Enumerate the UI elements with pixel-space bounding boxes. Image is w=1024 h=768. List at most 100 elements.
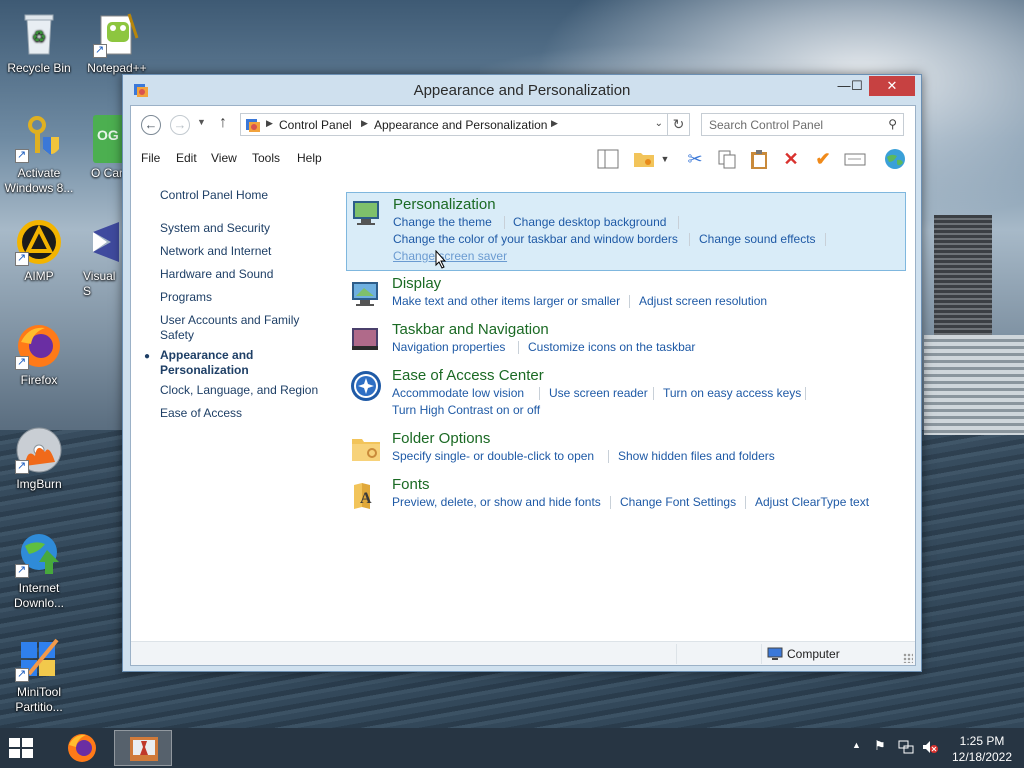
globe-icon[interactable] bbox=[884, 148, 906, 170]
menu-view[interactable]: View bbox=[211, 151, 237, 165]
desktop-icon-firefox[interactable]: Firefox bbox=[1, 322, 77, 388]
fonts-icon: A bbox=[350, 479, 382, 511]
link-change-sound-effects[interactable]: Change sound effects bbox=[699, 232, 816, 246]
nav-hardware-and-sound[interactable]: Hardware and Sound bbox=[160, 267, 325, 282]
link-preview-fonts[interactable]: Preview, delete, or show and hide fonts bbox=[392, 495, 601, 509]
category-display[interactable]: Display Make text and other items larger… bbox=[346, 274, 906, 314]
menu-edit[interactable]: Edit bbox=[176, 151, 197, 165]
desktop-icon-recycle-bin[interactable]: ♻ Recycle Bin bbox=[1, 10, 77, 76]
rename-icon[interactable] bbox=[844, 148, 866, 170]
delete-icon[interactable]: ✕ bbox=[780, 148, 802, 170]
control-panel-window[interactable]: Appearance and Personalization — ☐ ✕ ← →… bbox=[122, 74, 922, 672]
link-customize-taskbar-icons[interactable]: Customize icons on the taskbar bbox=[528, 340, 695, 354]
category-fonts[interactable]: A Fonts Preview, delete, or show and hid… bbox=[346, 475, 906, 515]
menu-help[interactable]: Help bbox=[297, 151, 322, 165]
new-folder-icon[interactable] bbox=[633, 148, 655, 170]
search-icon[interactable]: ⚲ bbox=[888, 117, 897, 131]
link-change-theme[interactable]: Change the theme bbox=[393, 215, 492, 229]
category-title[interactable]: Display bbox=[392, 275, 441, 292]
breadcrumb-chevron-icon[interactable]: ▶ bbox=[266, 118, 273, 129]
layout-pane-icon[interactable] bbox=[597, 148, 619, 170]
desktop-icon-o-car[interactable]: OG O Car bbox=[79, 115, 125, 181]
desktop-icon-label: Activate Windows 8... bbox=[4, 166, 74, 195]
category-folder-options[interactable]: Folder Options Specify single- or double… bbox=[346, 429, 906, 469]
key-shield-icon bbox=[15, 115, 63, 163]
desktop-icon-notepad-plus-plus[interactable]: Notepad++ bbox=[79, 10, 155, 76]
desktop-icon-label: Firefox bbox=[20, 373, 58, 387]
title-bar[interactable]: Appearance and Personalization — ☐ ✕ bbox=[123, 75, 921, 105]
category-title[interactable]: Folder Options bbox=[392, 430, 490, 447]
search-box[interactable]: ⚲ bbox=[701, 113, 904, 136]
shortcut-arrow-icon bbox=[93, 43, 107, 58]
address-dropdown-icon[interactable]: ⌄ bbox=[655, 118, 663, 129]
link-change-desktop-background[interactable]: Change desktop background bbox=[513, 215, 666, 229]
link-make-text-larger[interactable]: Make text and other items larger or smal… bbox=[392, 294, 620, 308]
desktop-icon-visual-studio[interactable]: Visual S bbox=[79, 218, 125, 299]
action-center-flag-icon[interactable]: ⚑ bbox=[874, 738, 886, 754]
link-adjust-screen-resolution[interactable]: Adjust screen resolution bbox=[639, 294, 767, 308]
link-change-screen-saver[interactable]: Change screen saver bbox=[393, 249, 507, 263]
back-button[interactable]: ← bbox=[141, 115, 161, 135]
volume-muted-icon[interactable] bbox=[922, 740, 938, 757]
category-ease-of-access-center[interactable]: Ease of Access Center Accommodate low vi… bbox=[346, 366, 906, 422]
desktop-icon-imgburn[interactable]: ImgBurn bbox=[1, 426, 77, 492]
breadcrumb-chevron-icon[interactable]: ▶ bbox=[361, 118, 368, 129]
show-hidden-icons-button[interactable]: ▲ bbox=[852, 740, 861, 750]
link-use-screen-reader[interactable]: Use screen reader bbox=[549, 386, 648, 400]
cut-icon[interactable]: ✂ bbox=[684, 148, 706, 170]
start-button[interactable] bbox=[6, 736, 36, 760]
close-button[interactable]: ✕ bbox=[869, 76, 915, 96]
nav-network-and-internet[interactable]: Network and Internet bbox=[160, 244, 325, 259]
desktop-icon-internet-download-manager[interactable]: Internet Downlo... bbox=[1, 530, 77, 611]
link-show-hidden-files[interactable]: Show hidden files and folders bbox=[618, 449, 775, 463]
link-change-font-settings[interactable]: Change Font Settings bbox=[620, 495, 736, 509]
desktop-icon-aimp[interactable]: AIMP bbox=[1, 218, 77, 284]
link-adjust-cleartype[interactable]: Adjust ClearType text bbox=[755, 495, 869, 509]
taskbar-firefox[interactable] bbox=[54, 730, 112, 766]
link-accommodate-low-vision[interactable]: Accommodate low vision bbox=[392, 386, 524, 400]
nav-control-panel-home[interactable]: Control Panel Home bbox=[160, 188, 325, 203]
link-change-taskbar-color[interactable]: Change the color of your taskbar and win… bbox=[393, 232, 678, 246]
search-input[interactable] bbox=[709, 118, 874, 132]
desktop-icon-minitool-partition[interactable]: MiniTool Partitio... bbox=[1, 634, 77, 715]
breadcrumb-chevron-icon[interactable]: ▶ bbox=[551, 118, 558, 129]
category-personalization[interactable]: Personalization Change the theme Change … bbox=[346, 192, 906, 271]
resize-grip-icon[interactable] bbox=[903, 653, 913, 663]
link-high-contrast[interactable]: Turn High Contrast on or off bbox=[392, 403, 540, 417]
menu-tools[interactable]: Tools bbox=[252, 151, 280, 165]
paste-icon[interactable] bbox=[748, 148, 770, 170]
dropdown-arrow-icon[interactable]: ▼ bbox=[659, 148, 671, 170]
link-single-double-click[interactable]: Specify single- or double-click to open bbox=[392, 449, 594, 463]
desktop-icon-activate-windows[interactable]: Activate Windows 8... bbox=[1, 115, 77, 196]
link-navigation-properties[interactable]: Navigation properties bbox=[392, 340, 505, 354]
clock-time: 1:25 PM bbox=[959, 734, 1005, 748]
category-title[interactable]: Personalization bbox=[393, 196, 496, 213]
category-title[interactable]: Taskbar and Navigation bbox=[392, 321, 549, 338]
refresh-button[interactable]: ↻ bbox=[668, 113, 690, 136]
nav-user-accounts[interactable]: User Accounts and Family Safety bbox=[160, 313, 305, 343]
maximize-button[interactable]: ☐ bbox=[844, 76, 870, 96]
nav-programs[interactable]: Programs bbox=[160, 290, 325, 305]
taskbar-clock[interactable]: 1:25 PM 12/18/2022 bbox=[944, 733, 1020, 765]
network-icon[interactable] bbox=[898, 740, 914, 757]
recent-locations-dropdown[interactable]: ▼ bbox=[197, 117, 206, 127]
address-row: ← → ▼ ↑ ▶ Control Panel ▶ Appearance and… bbox=[131, 106, 915, 142]
nav-ease-of-access[interactable]: Ease of Access bbox=[160, 406, 325, 421]
category-title[interactable]: Ease of Access Center bbox=[392, 367, 544, 384]
properties-check-icon[interactable]: ✔ bbox=[812, 148, 834, 170]
display-icon bbox=[350, 278, 382, 310]
link-separator bbox=[539, 387, 540, 400]
address-bar[interactable]: ▶ Control Panel ▶ Appearance and Persona… bbox=[240, 113, 668, 136]
nav-clock-language-region[interactable]: Clock, Language, and Region bbox=[160, 383, 325, 398]
copy-icon[interactable] bbox=[716, 148, 738, 170]
taskbar-control-panel[interactable] bbox=[114, 730, 172, 766]
nav-system-and-security[interactable]: System and Security bbox=[160, 221, 325, 236]
link-easy-access-keys[interactable]: Turn on easy access keys bbox=[663, 386, 801, 400]
breadcrumb-control-panel[interactable]: Control Panel bbox=[279, 118, 352, 132]
category-taskbar-navigation[interactable]: Taskbar and Navigation Navigation proper… bbox=[346, 320, 906, 360]
forward-button[interactable]: → bbox=[170, 115, 190, 135]
menu-file[interactable]: File bbox=[141, 151, 160, 165]
breadcrumb-appearance[interactable]: Appearance and Personalization bbox=[374, 118, 547, 132]
category-title[interactable]: Fonts bbox=[392, 476, 430, 493]
up-button[interactable]: ↑ bbox=[219, 114, 227, 132]
